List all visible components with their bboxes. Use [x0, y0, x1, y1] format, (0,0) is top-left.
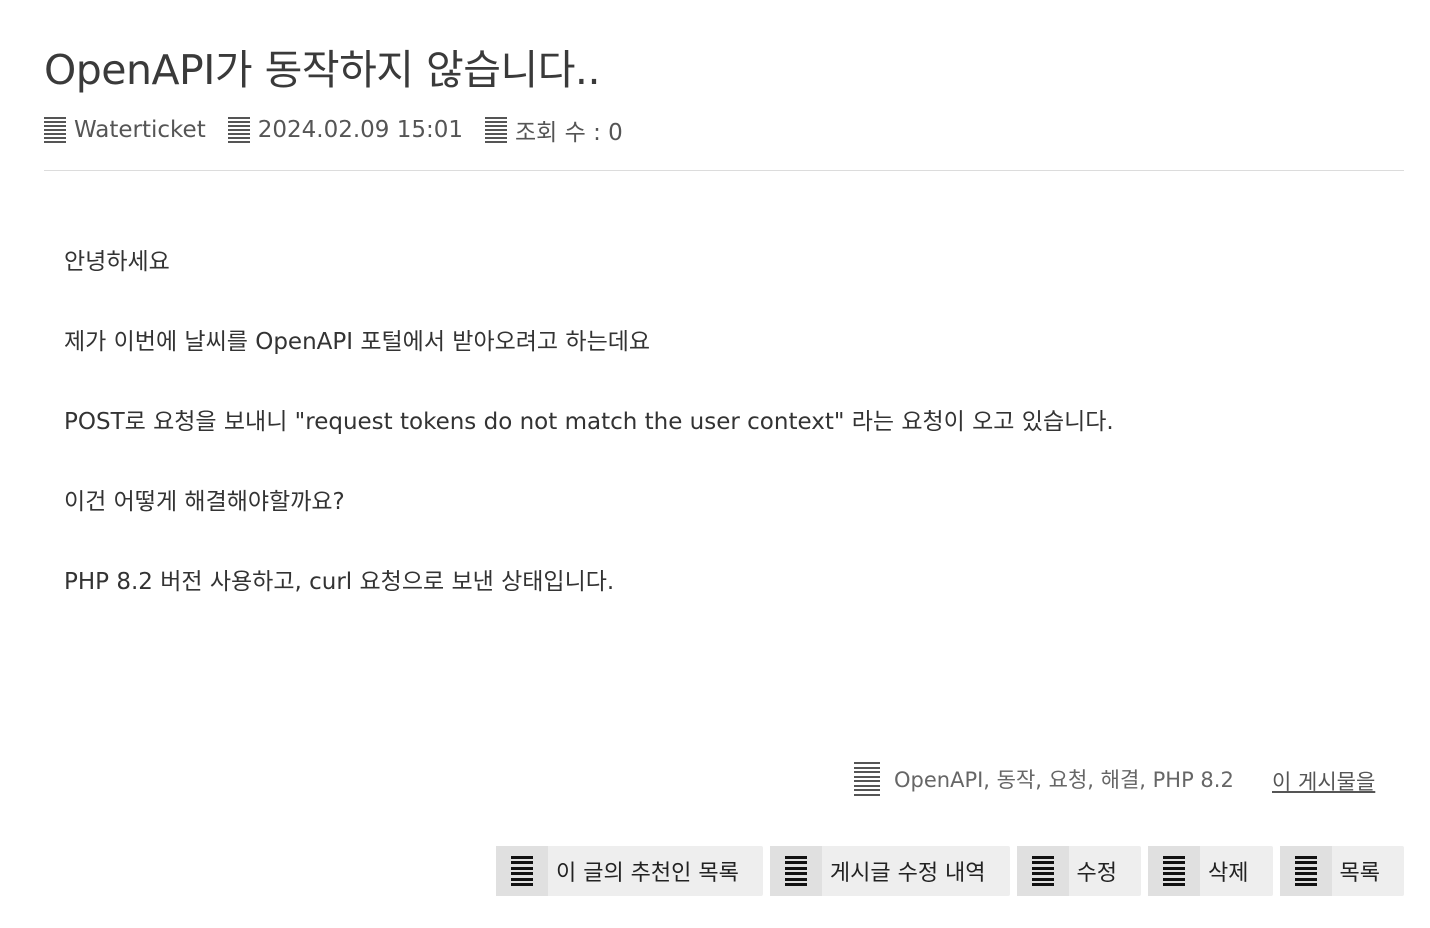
- body-paragraph: POST로 요청을 보내니 "request tokens do not mat…: [64, 409, 1114, 435]
- tags-text[interactable]: OpenAPI, 동작, 요청, 해결, PHP 8.2: [894, 764, 1234, 794]
- recommenders-button[interactable]: 이 글의 추천인 목록: [495, 846, 763, 896]
- edit-button[interactable]: 수정: [1016, 846, 1142, 896]
- post-date: 2024.02.09 15:01: [257, 117, 464, 143]
- post-options-link[interactable]: 이 게시물을: [1272, 766, 1375, 796]
- delete-icon: [1163, 856, 1186, 886]
- list-label: 목록: [1339, 861, 1380, 886]
- post-meta: Waterticket 2024.02.09 15:01 조회 수 : 0: [44, 114, 645, 146]
- list-icon: [1294, 856, 1317, 886]
- date-icon: [227, 116, 250, 144]
- header-divider: [44, 170, 1404, 171]
- author-meta[interactable]: Waterticket: [44, 116, 206, 144]
- view-count: 조회 수 : 0: [515, 120, 623, 146]
- tag-list: OpenAPI, 동작, 요청, 해결, PHP 8.2: [854, 762, 1234, 796]
- list-icon: [510, 856, 533, 886]
- edit-history-button[interactable]: 게시글 수정 내역: [769, 846, 1010, 896]
- views-icon: [485, 116, 508, 144]
- author-icon: [44, 116, 66, 144]
- post-actions: 이 글의 추천인 목록 게시글 수정 내역 수정 삭제 목록: [495, 846, 1404, 896]
- body-paragraph: 안녕하세요: [64, 249, 170, 275]
- post-body: 안녕하세요 제가 이번에 날씨를 OpenAPI 포털에서 받아오려고 하는데요…: [64, 246, 1384, 646]
- body-paragraph: 이건 어떻게 해결해야할까요?: [64, 489, 345, 515]
- edit-history-label: 게시글 수정 내역: [829, 861, 986, 886]
- recommenders-label: 이 글의 추천인 목록: [555, 861, 739, 886]
- page-title: OpenAPI가 동작하지 않습니다..: [44, 46, 600, 94]
- edit-label: 수정: [1076, 861, 1118, 886]
- delete-label: 삭제: [1208, 861, 1249, 886]
- list-button[interactable]: 목록: [1279, 846, 1404, 896]
- body-paragraph: PHP 8.2 버전 사용하고, curl 요청으로 보낸 상태입니다.: [64, 569, 615, 595]
- tag-icon: [854, 762, 880, 796]
- history-icon: [784, 856, 807, 886]
- edit-icon: [1031, 856, 1054, 886]
- author-name[interactable]: Waterticket: [74, 117, 206, 143]
- body-paragraph: 제가 이번에 날씨를 OpenAPI 포털에서 받아오려고 하는데요: [64, 329, 651, 355]
- delete-button[interactable]: 삭제: [1148, 846, 1273, 896]
- date-meta: 2024.02.09 15:01: [227, 116, 464, 144]
- views-meta: 조회 수 : 0: [485, 113, 623, 147]
